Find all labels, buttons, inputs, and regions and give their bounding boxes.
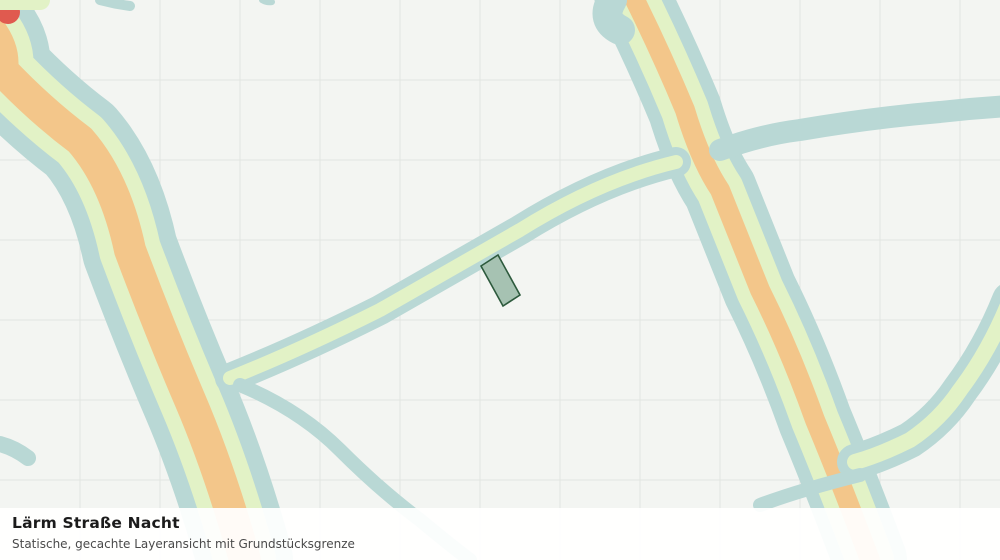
- map-title: Lärm Straße Nacht: [12, 514, 180, 532]
- noise-map-canvas: [0, 0, 1000, 560]
- map-caption: Lärm Straße Nacht Statische, gecachte La…: [0, 508, 1000, 560]
- map-subtitle: Statische, gecachte Layeransicht mit Gru…: [12, 537, 355, 551]
- noise-map[interactable]: [0, 0, 1000, 560]
